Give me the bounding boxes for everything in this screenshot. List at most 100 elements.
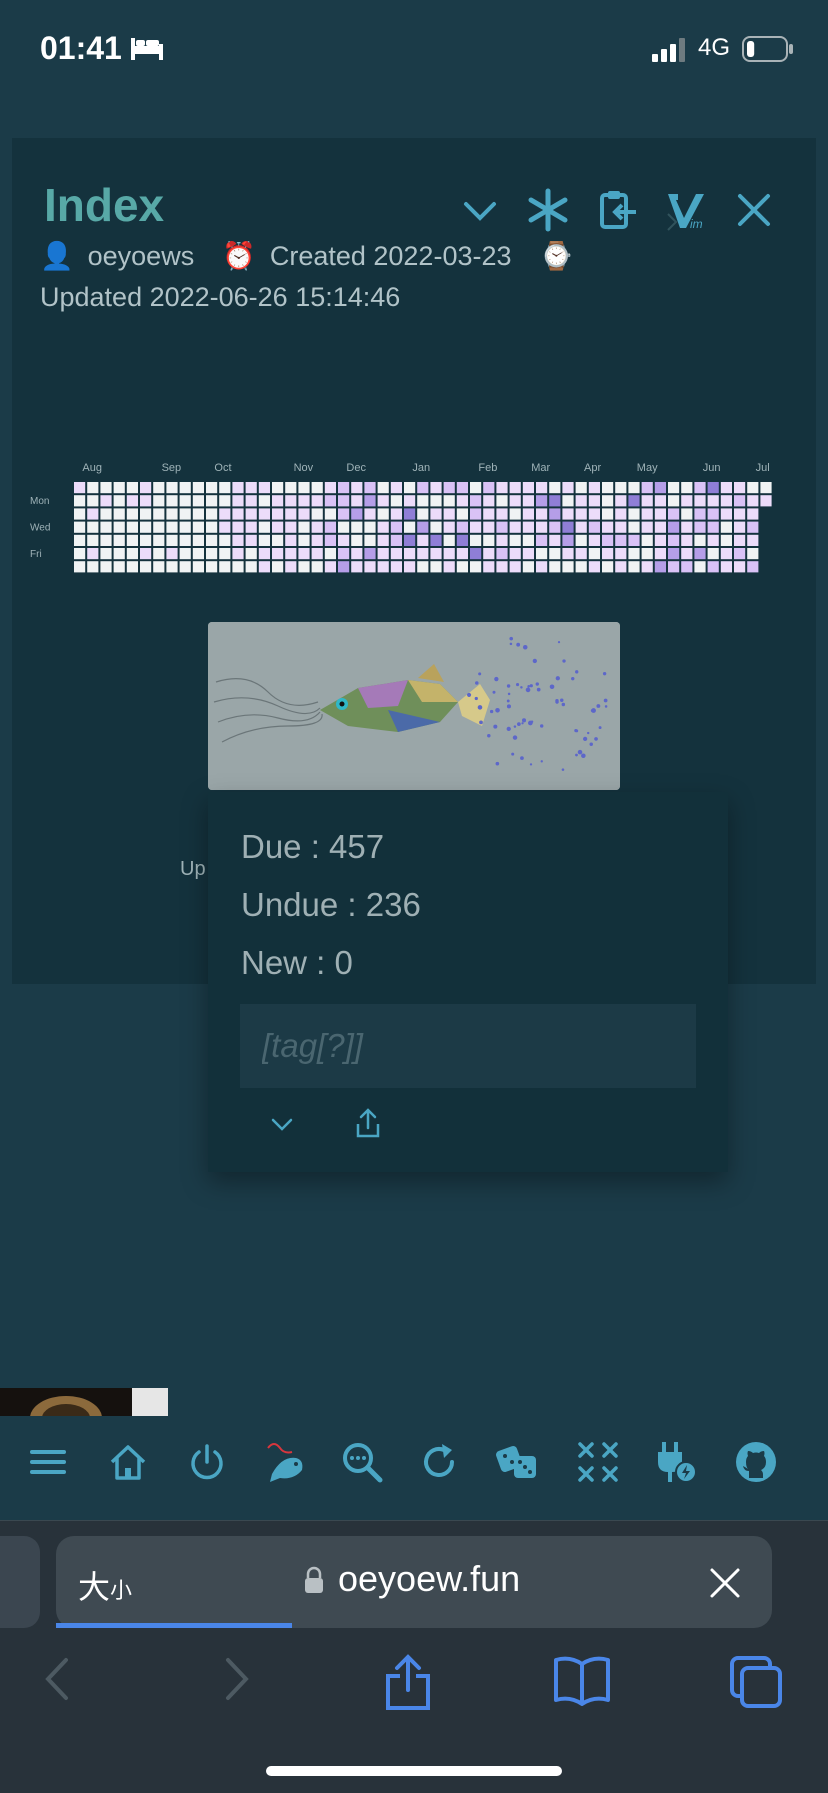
dot [520, 686, 523, 689]
heatmap-cell [694, 534, 706, 546]
heatmap-cell [351, 495, 363, 507]
menu-icon[interactable] [26, 1440, 70, 1484]
heatmap-cell [126, 521, 138, 533]
heatmap-cell [668, 482, 680, 494]
heatmap-cell [575, 534, 587, 546]
dice-icon[interactable] [496, 1440, 540, 1484]
heatmap-cell [522, 561, 534, 573]
text-size-button[interactable]: 大小 [78, 1562, 132, 1608]
heatmap-cell [615, 495, 627, 507]
close-all-icon[interactable] [576, 1440, 620, 1484]
heatmap-cell [562, 521, 574, 533]
heatmap-cell [166, 495, 178, 507]
vim-icon[interactable]: im [664, 188, 708, 232]
heatmap-cell [681, 561, 693, 573]
heatmap-cell [338, 482, 350, 494]
dot [575, 729, 579, 733]
heatmap-cell [694, 482, 706, 494]
heatmap-cell [258, 482, 270, 494]
clipboard-export-icon[interactable] [596, 188, 640, 232]
heatmap-cell [588, 521, 600, 533]
heatmap-cell [443, 521, 455, 533]
heatmap-cell [470, 561, 482, 573]
dot [474, 696, 478, 701]
tiddler-title[interactable]: Index [44, 178, 164, 232]
heatmap-cell [377, 495, 389, 507]
heatmap-month-label: Dec [346, 462, 366, 474]
heatmap-cell [496, 534, 508, 546]
background-text-fragment: Up [180, 858, 206, 880]
heatmap-cell [311, 521, 323, 533]
heatmap-month-label: Feb [478, 462, 497, 474]
share-icon[interactable] [354, 1108, 382, 1138]
heatmap-cell [113, 561, 125, 573]
heatmap-cell [654, 482, 666, 494]
chevron-down-icon[interactable] [458, 188, 502, 232]
search-icon[interactable] [340, 1440, 384, 1484]
heatmap-cell [272, 548, 284, 560]
heatmap-cell [734, 521, 746, 533]
asterisk-icon[interactable] [526, 188, 570, 232]
heatmap-cell [641, 561, 653, 573]
plugin-icon[interactable] [654, 1440, 698, 1484]
previous-tab-preview[interactable] [0, 1536, 40, 1628]
author-name[interactable]: oeyoews [88, 241, 195, 271]
heatmap-cell [206, 508, 218, 520]
heatmap-cell [496, 521, 508, 533]
heatmap-cell [562, 508, 574, 520]
thumbnail-fragment [0, 1388, 168, 1416]
heatmap-cell [694, 508, 706, 520]
heatmap-cell [470, 508, 482, 520]
share-icon[interactable] [384, 1654, 432, 1710]
heatmap-cell [377, 561, 389, 573]
heatmap-cell [417, 521, 429, 533]
home-indicator[interactable] [266, 1766, 562, 1776]
heatmap-cell [654, 561, 666, 573]
back-icon[interactable] [42, 1654, 72, 1704]
dot [493, 724, 498, 729]
signal-icon [652, 38, 685, 62]
heatmap-cell [720, 548, 732, 560]
dot [575, 670, 579, 674]
heatmap-cell [351, 482, 363, 494]
heatmap-cell [87, 548, 99, 560]
heatmap-cell [668, 561, 680, 573]
heatmap-cell [615, 521, 627, 533]
heatmap-cell [298, 508, 310, 520]
watch-icon: ⌚ [539, 241, 574, 271]
heatmap-cell [417, 508, 429, 520]
svg-text:im: im [690, 217, 703, 231]
fishing-icon[interactable] [264, 1440, 308, 1484]
github-icon[interactable] [734, 1440, 778, 1484]
forward-icon[interactable] [222, 1654, 252, 1704]
heatmap-day-label: Wed [30, 523, 50, 534]
bookmarks-icon[interactable] [552, 1654, 612, 1706]
tag-filter-input[interactable] [240, 1004, 696, 1088]
heatmap-cell [298, 482, 310, 494]
dot [477, 705, 483, 710]
heatmap-cell [694, 495, 706, 507]
refresh-icon[interactable] [418, 1440, 462, 1484]
close-icon[interactable] [732, 188, 776, 232]
chevron-down-icon[interactable] [270, 1112, 294, 1136]
tabs-icon[interactable] [728, 1654, 784, 1710]
heatmap-cell [641, 508, 653, 520]
close-icon[interactable] [708, 1566, 742, 1600]
heatmap-cell [430, 495, 442, 507]
heatmap-cell [747, 548, 759, 560]
heatmap-cell [258, 508, 270, 520]
dot [577, 749, 583, 755]
power-icon[interactable] [185, 1440, 229, 1484]
heatmap-cell [272, 534, 284, 546]
home-icon[interactable] [106, 1440, 150, 1484]
dot [525, 687, 531, 693]
heatmap-cell [364, 482, 376, 494]
heatmap-cell [364, 534, 376, 546]
heatmap-cell [232, 495, 244, 507]
heatmap-cell [707, 495, 719, 507]
heatmap-cell [390, 548, 402, 560]
heatmap-cell [311, 548, 323, 560]
heatmap-cell [470, 482, 482, 494]
url-text[interactable]: oeyoew.fun [338, 1558, 520, 1600]
heatmap-cell [166, 482, 178, 494]
